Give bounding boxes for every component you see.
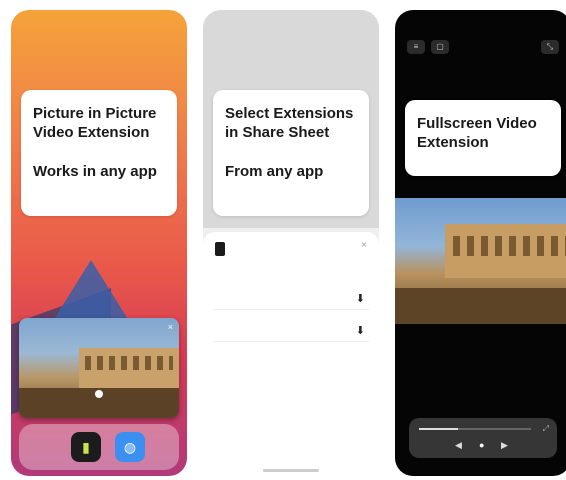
phone-screen-pip: Picture in Picture Video Extension Works… [11, 10, 187, 476]
status-bar [395, 18, 566, 30]
caption-line: Picture in Picture [33, 105, 157, 122]
video-frame [445, 224, 566, 278]
caption-card: Select Extensions in Share Sheet From an… [213, 90, 369, 216]
playback-progress [419, 428, 459, 430]
caption-line: Video Extension [33, 124, 150, 141]
download-icon: ⬇ [355, 293, 365, 305]
pip-drag-handle[interactable] [95, 390, 103, 398]
caption-card: Picture in Picture Video Extension Works… [21, 90, 177, 216]
fullscreen-video[interactable] [395, 198, 566, 324]
playback-scrubber[interactable] [419, 428, 531, 430]
phone-screen-share-sheet: Select Extensions in Share Sheet From an… [203, 10, 379, 476]
exit-fullscreen-icon[interactable]: ⤡ [541, 40, 559, 54]
caption-line: Fullscreen Video [417, 115, 537, 132]
rewind-icon[interactable]: ◀ [455, 440, 462, 451]
phone-screen-fullscreen: ≡ ▢ ⤡ Fullscreen Video Extension ⤢ ◀ ● ▶ [395, 10, 566, 476]
share-action-row[interactable]: ⬇ [213, 288, 369, 310]
expand-icon[interactable]: ⤢ [543, 424, 549, 434]
video-frame [79, 348, 179, 388]
caption-line: Extension [417, 134, 489, 151]
fast-forward-icon[interactable]: ▶ [501, 440, 508, 451]
app-thumbnail-icon [215, 242, 225, 256]
status-bar [11, 18, 187, 30]
caption-line: in Share Sheet [225, 124, 330, 141]
download-icon: ⬇ [355, 325, 365, 337]
app-icon[interactable]: ▮ [71, 432, 101, 462]
close-icon[interactable]: × [361, 240, 367, 251]
home-indicator [263, 469, 319, 472]
video-frame [395, 288, 566, 324]
menu-icon[interactable]: ≡ [407, 40, 425, 54]
window-icon[interactable]: ▢ [431, 40, 449, 54]
share-sheet: × ⬇ ⬇ [203, 232, 379, 476]
status-bar [203, 18, 379, 30]
caption-subtitle: Works in any app [33, 163, 157, 180]
dock: ▮ ◍ [19, 424, 179, 470]
play-pause-icon[interactable]: ● [479, 440, 484, 450]
safari-icon[interactable]: ◍ [115, 432, 145, 462]
pip-video-window[interactable]: × [19, 318, 179, 418]
caption-card: Fullscreen Video Extension [405, 100, 561, 176]
playback-controls: ⤢ ◀ ● ▶ [409, 418, 557, 458]
app-store-screenshots: Picture in Picture Video Extension Works… [0, 0, 566, 480]
caption-line: Select Extensions [225, 105, 354, 122]
close-icon[interactable]: × [168, 322, 173, 332]
caption-subtitle: From any app [225, 163, 324, 180]
share-action-row[interactable]: ⬇ [213, 320, 369, 342]
